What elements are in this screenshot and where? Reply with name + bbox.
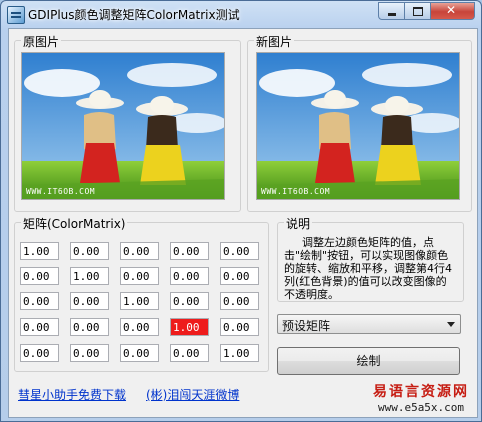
- matrix-cell-r3-c4[interactable]: 0.00: [170, 292, 209, 310]
- matrix-cell-r3-c5[interactable]: 0.00: [220, 292, 259, 310]
- matrix-cell-r3-c1[interactable]: 0.00: [20, 292, 59, 310]
- description-text: 调整左边颜色矩阵的值，点击"绘制"按钮，可以实现图像颜色的旋转、缩放和平移，调整…: [284, 236, 452, 301]
- matrix-cell-r4-c2[interactable]: 0.00: [70, 318, 109, 336]
- original-image-label: 原图片: [21, 33, 62, 50]
- matrix-cell-r4-c1[interactable]: 0.00: [20, 318, 59, 336]
- new-image-label: 新图片: [254, 33, 295, 50]
- matrix-cell-r1-c3[interactable]: 0.00: [120, 242, 159, 260]
- description-label: 说明: [284, 215, 313, 232]
- matrix-cell-r1-c4[interactable]: 0.00: [170, 242, 209, 260]
- matrix-cell-r3-c2[interactable]: 0.00: [70, 292, 109, 310]
- comet-helper-download-link[interactable]: 彗星小助手免费下载: [18, 386, 126, 403]
- matrix-cell-r4-c5[interactable]: 0.00: [220, 318, 259, 336]
- matrix-cell-r5-c3[interactable]: 0.00: [120, 344, 159, 362]
- original-image-group: 原图片 WWW.IT6OB.COM: [14, 33, 241, 212]
- new-watermark: WWW.IT6OB.COM: [261, 187, 331, 196]
- description-group: 说明 调整左边颜色矩阵的值，点击"绘制"按钮，可以实现图像颜色的旋转、缩放和平移…: [277, 215, 464, 302]
- site-name: 易语言资源网: [373, 384, 469, 400]
- client-area: 原图片 WWW.IT6OB.COM 新图片 WWW.IT6OB.COM 矩阵(C…: [8, 28, 478, 418]
- preset-matrix-selected: 预设矩阵: [282, 319, 331, 333]
- minimize-button[interactable]: [378, 2, 405, 20]
- caption-buttons: [378, 2, 475, 20]
- matrix-cell-r1-c5[interactable]: 0.00: [220, 242, 259, 260]
- maximize-button[interactable]: [405, 2, 431, 20]
- matrix-cell-r3-c3[interactable]: 1.00: [120, 292, 159, 310]
- new-image: WWW.IT6OB.COM: [256, 52, 460, 200]
- matrix-cell-r2-c2[interactable]: 1.00: [70, 267, 109, 285]
- site-watermark: 易语言资源网 www.e5a5x.com: [373, 381, 469, 414]
- title-bar[interactable]: GDIPlus颜色调整矩阵ColorMatrix测试: [1, 1, 481, 27]
- matrix-cell-r4-c3[interactable]: 0.00: [120, 318, 159, 336]
- app-window: GDIPlus颜色调整矩阵ColorMatrix测试 原图片: [0, 0, 482, 422]
- matrix-cell-r2-c1[interactable]: 0.00: [20, 267, 59, 285]
- original-image: WWW.IT6OB.COM: [21, 52, 225, 200]
- matrix-cell-r2-c3[interactable]: 0.00: [120, 267, 159, 285]
- site-url: www.e5a5x.com: [377, 401, 465, 414]
- matrix-cell-r4-c4-opacity[interactable]: 1.00: [170, 318, 209, 336]
- matrix-cell-r2-c5[interactable]: 0.00: [220, 267, 259, 285]
- matrix-cell-r5-c4[interactable]: 0.00: [170, 344, 209, 362]
- window-title: GDIPlus颜色调整矩阵ColorMatrix测试: [28, 8, 240, 22]
- matrix-cell-r2-c4[interactable]: 0.00: [170, 267, 209, 285]
- matrix-cell-r1-c2[interactable]: 0.00: [70, 242, 109, 260]
- app-icon: [7, 6, 25, 24]
- matrix-cell-r5-c1[interactable]: 0.00: [20, 344, 59, 362]
- original-photo-graphic: [22, 53, 224, 199]
- matrix-cell-r5-c2[interactable]: 0.00: [70, 344, 109, 362]
- new-image-group: 新图片 WWW.IT6OB.COM: [247, 33, 472, 212]
- matrix-cell-r5-c5[interactable]: 1.00: [220, 344, 259, 362]
- chevron-down-icon: [447, 322, 455, 327]
- matrix-group: 矩阵(ColorMatrix) 1.00 0.00 0.00 0.00 0.00…: [14, 215, 269, 372]
- weibo-link[interactable]: (彬)泪闯天涯微博: [146, 386, 239, 403]
- draw-button[interactable]: 绘制: [277, 347, 460, 375]
- matrix-cell-r1-c1[interactable]: 1.00: [20, 242, 59, 260]
- matrix-label: 矩阵(ColorMatrix): [21, 215, 128, 232]
- close-button[interactable]: [431, 2, 475, 20]
- new-photo-graphic: [257, 53, 459, 199]
- preset-matrix-dropdown[interactable]: 预设矩阵: [277, 314, 461, 334]
- original-watermark: WWW.IT6OB.COM: [26, 187, 96, 196]
